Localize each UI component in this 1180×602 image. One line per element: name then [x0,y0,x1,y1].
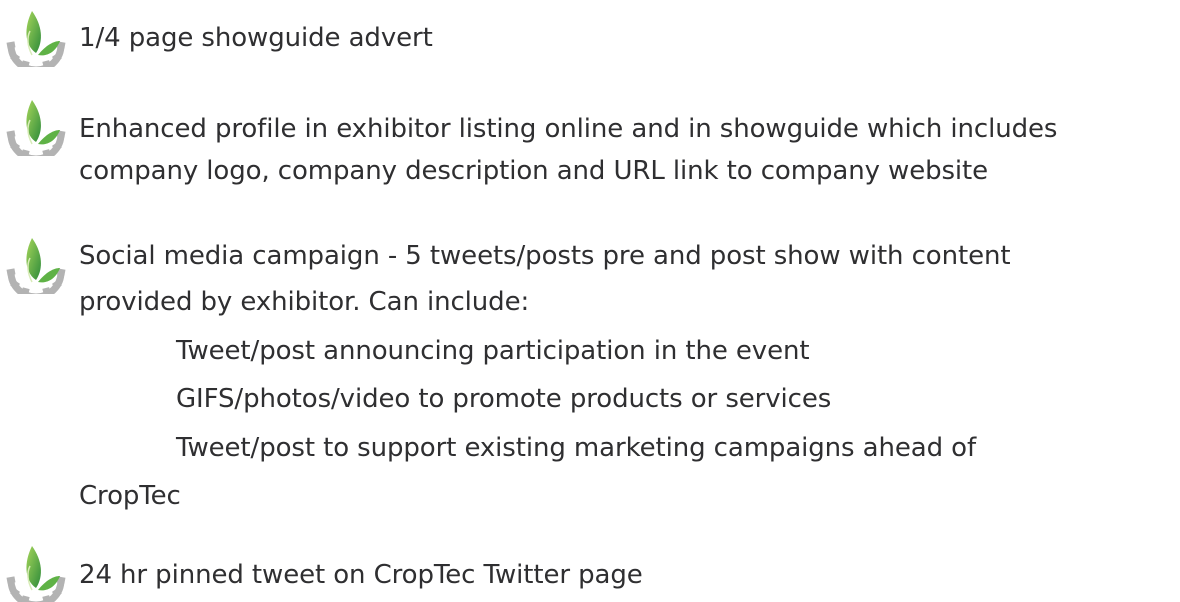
benefit-text: Enhanced profile in exhibitor listing on… [79,114,1058,144]
benefit-text: 24 hr pinned tweet on CropTec Twitter pa… [79,560,643,590]
benefit-sub-item: Tweet/post to support existing marketing… [176,433,977,463]
benefit-text: provided by exhibitor. Can include: [79,287,530,317]
leaf-gear-icon [2,94,70,156]
leaf-gear-icon [2,540,70,602]
benefit-text-continuation: CropTec [79,481,181,511]
benefit-sub-item: GIFS/photos/video to promote products or… [176,384,832,414]
benefit-text: 1/4 page showguide advert [79,23,433,53]
leaf-gear-icon [2,232,70,294]
benefit-text: Social media campaign - 5 tweets/posts p… [79,241,1011,271]
benefit-text: company logo, company description and UR… [79,156,989,186]
benefit-sub-item: Tweet/post announcing participation in t… [176,336,810,366]
leaf-gear-icon [2,5,70,67]
